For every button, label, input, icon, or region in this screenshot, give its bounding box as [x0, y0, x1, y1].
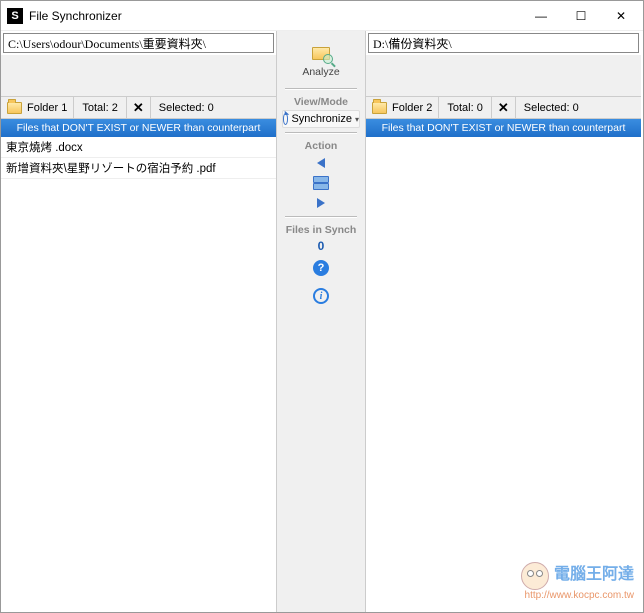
folder-label-text: Folder 1: [27, 102, 67, 114]
analyze-label: Analyze: [285, 66, 357, 78]
folder-label-text: Folder 2: [392, 102, 432, 114]
chevron-down-icon: ▾: [355, 115, 359, 124]
list-item[interactable]: 東京燒烤 .docx: [1, 137, 276, 158]
separator: [285, 132, 357, 134]
view-mode-label: View/Mode: [294, 94, 348, 110]
app-icon: S: [7, 8, 23, 24]
left-path-input[interactable]: [3, 33, 274, 53]
right-header: Folder 2 Total: 0 ✕ Selected: 0: [366, 97, 641, 119]
copy-left-button[interactable]: [317, 158, 325, 168]
copy-right-button[interactable]: [317, 198, 325, 208]
right-banner: Files that DON'T EXIST or NEWER than cou…: [366, 119, 641, 137]
left-file-list[interactable]: 東京燒烤 .docx 新增資料夾\星野リゾートの宿泊予約 .pdf: [1, 137, 276, 612]
minimize-button[interactable]: —: [521, 2, 561, 30]
synchronize-label: Synchronize: [291, 113, 352, 125]
right-folder-label[interactable]: Folder 2: [366, 97, 439, 118]
right-spacer: [366, 55, 641, 97]
swap-button[interactable]: [313, 176, 329, 190]
left-total: Total: 2: [74, 97, 126, 118]
right-file-list[interactable]: [366, 137, 641, 612]
right-total: Total: 0: [439, 97, 491, 118]
left-clear-button[interactable]: ✕: [127, 97, 151, 118]
right-path-input[interactable]: [368, 33, 639, 53]
window-title: File Synchronizer: [29, 9, 521, 23]
left-header: Folder 1 Total: 2 ✕ Selected: 0: [1, 97, 276, 119]
middle-panel: Analyze View/Mode Synchronize ▾ Action F…: [277, 31, 365, 612]
synchronize-dropdown[interactable]: Synchronize ▾: [282, 110, 360, 128]
list-item[interactable]: 新增資料夾\星野リゾートの宿泊予約 .pdf: [1, 158, 276, 179]
right-selected: Selected: 0: [516, 97, 587, 118]
separator: [285, 216, 357, 218]
files-in-synch-count: 0: [318, 238, 325, 254]
left-banner: Files that DON'T EXIST or NEWER than cou…: [1, 119, 276, 137]
title-bar: S File Synchronizer — ☐ ✕: [1, 1, 643, 31]
left-selected: Selected: 0: [151, 97, 222, 118]
left-panel: Folder 1 Total: 2 ✕ Selected: 0 Files th…: [1, 31, 277, 612]
files-in-synch-label: Files in Synch: [286, 222, 357, 238]
left-folder-label[interactable]: Folder 1: [1, 97, 74, 118]
analyze-button[interactable]: Analyze: [285, 41, 357, 82]
folder-icon: [7, 102, 22, 114]
sync-icon: [283, 113, 288, 125]
close-button[interactable]: ✕: [601, 2, 641, 30]
separator: [285, 88, 357, 90]
maximize-button[interactable]: ☐: [561, 2, 601, 30]
help-button[interactable]: ?: [313, 260, 329, 276]
analyze-icon: [310, 45, 332, 63]
action-label: Action: [305, 138, 338, 154]
info-button[interactable]: i: [313, 288, 329, 304]
right-panel: Folder 2 Total: 0 ✕ Selected: 0 Files th…: [365, 31, 641, 612]
right-clear-button[interactable]: ✕: [492, 97, 516, 118]
left-spacer: [1, 55, 276, 97]
main-content: Folder 1 Total: 2 ✕ Selected: 0 Files th…: [1, 31, 643, 612]
folder-icon: [372, 102, 387, 114]
